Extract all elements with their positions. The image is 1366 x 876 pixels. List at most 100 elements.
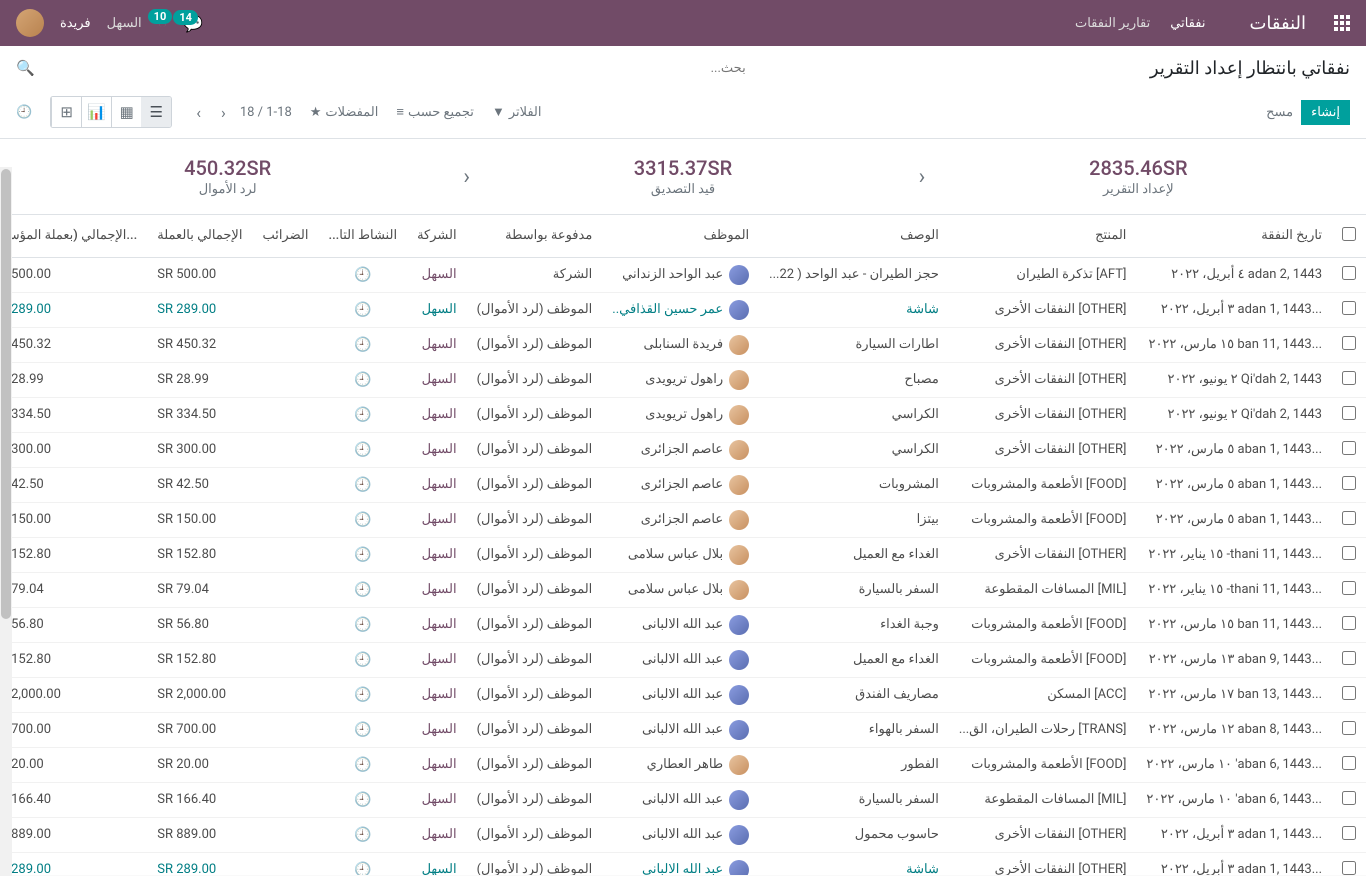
- table-row[interactable]: ١٥ مارس، ٢٠٢٢ ban 11, 1443...[OTHER] الن…: [0, 327, 1366, 362]
- activity-clock-icon[interactable]: 🕘: [318, 537, 407, 572]
- row-checkbox[interactable]: [1342, 826, 1356, 840]
- favorites-menu[interactable]: ★ المفضلات: [310, 105, 379, 120]
- search-icon[interactable]: 🔍: [16, 59, 35, 77]
- activity-clock-icon[interactable]: 🕘: [318, 852, 407, 875]
- col-paidby[interactable]: مدفوعة بواسطة: [467, 215, 603, 257]
- col-date[interactable]: تاريخ النفقة: [1136, 215, 1332, 257]
- table-row[interactable]: ٢ يونيو، ٢٠٢٢ Qi'dah 2, 1443[OTHER] النف…: [0, 362, 1366, 397]
- filters-menu[interactable]: ▼ الفلاتر: [492, 104, 542, 120]
- select-all-checkbox[interactable]: [1342, 227, 1356, 241]
- row-checkbox[interactable]: [1342, 301, 1356, 315]
- discuss-icon[interactable]: 💬14: [183, 14, 203, 33]
- table-row[interactable]: ١٥ يناير، ٢٠٢٢ -thani 11, 1443...[MIL] ا…: [0, 572, 1366, 607]
- table-row[interactable]: ١٢ مارس، ٢٠٢٢ aban 8, 1443...[TRANS] رحل…: [0, 712, 1366, 747]
- activity-icon[interactable]: ◔10: [158, 13, 168, 33]
- col-employee[interactable]: الموظف: [602, 215, 759, 257]
- row-checkbox[interactable]: [1342, 651, 1356, 665]
- table-row[interactable]: ١٠ مارس، ٢٠٢٢ 'aban 6, 1443...[FOOD] الأ…: [0, 747, 1366, 782]
- row-checkbox[interactable]: [1342, 721, 1356, 735]
- col-product[interactable]: المنتج: [949, 215, 1137, 257]
- activity-clock-icon[interactable]: 🕘: [318, 817, 407, 852]
- table-row[interactable]: ٤ أبريل، ٢٠٢٢ adan 2, 1443[AFT] تذكرة ال…: [0, 257, 1366, 292]
- cell-total-co: SR 289.00: [0, 292, 147, 327]
- pager-prev-icon[interactable]: ‹: [190, 99, 207, 126]
- col-total-company[interactable]: الإجمالي (بعملة المؤسس...: [0, 215, 147, 257]
- row-checkbox[interactable]: [1342, 476, 1356, 490]
- nav-my-expenses[interactable]: نفقاتي: [1170, 16, 1205, 31]
- row-checkbox[interactable]: [1342, 336, 1356, 350]
- user-avatar[interactable]: [16, 9, 44, 37]
- activity-clock-icon[interactable]: 🕘: [318, 257, 407, 292]
- scrollbar-track[interactable]: [0, 167, 12, 876]
- activity-clock-icon[interactable]: 🕘: [318, 292, 407, 327]
- col-company[interactable]: الشركة: [407, 215, 467, 257]
- row-checkbox[interactable]: [1342, 616, 1356, 630]
- pager-value[interactable]: 18 / 1-18: [240, 105, 292, 120]
- activity-clock-icon[interactable]: 🕘: [318, 467, 407, 502]
- activity-clock-icon[interactable]: 🕘: [318, 502, 407, 537]
- cell-product: [FOOD] الأطعمة والمشروبات: [949, 502, 1137, 537]
- col-desc[interactable]: الوصف: [759, 215, 949, 257]
- row-checkbox[interactable]: [1342, 511, 1356, 525]
- groupby-menu[interactable]: ≡ تجميع حسب: [396, 104, 474, 120]
- search-input[interactable]: [43, 57, 750, 80]
- create-button[interactable]: إنشاء: [1301, 100, 1350, 125]
- card-to-reimburse[interactable]: 450.32SR لرد الأموال: [0, 144, 455, 209]
- activity-clock-icon[interactable]: 🕘: [318, 712, 407, 747]
- table-row[interactable]: ٥ مارس، ٢٠٢٢ aban 1, 1443...[FOOD] الأطع…: [0, 502, 1366, 537]
- row-checkbox[interactable]: [1342, 861, 1356, 875]
- clear-button[interactable]: مسح: [1266, 105, 1293, 120]
- row-checkbox[interactable]: [1342, 686, 1356, 700]
- table-row[interactable]: ٣ أبريل، ٢٠٢٢ adan 1, 1443...[OTHER] الن…: [0, 292, 1366, 327]
- card-under-validation[interactable]: 3315.37SR قيد التصديق ‹: [455, 144, 910, 209]
- table-row[interactable]: ٥ مارس، ٢٠٢٢ aban 1, 1443...[FOOD] الأطع…: [0, 467, 1366, 502]
- kanban-view-icon[interactable]: ▦: [111, 97, 141, 127]
- cell-paidby: الموظف (لرد الأموال): [467, 782, 603, 817]
- activity-clock-icon[interactable]: 🕘: [318, 677, 407, 712]
- table-row[interactable]: ٢ يونيو، ٢٠٢٢ Qi'dah 2, 1443[OTHER] النف…: [0, 397, 1366, 432]
- activity-clock-icon[interactable]: 🕘: [318, 327, 407, 362]
- nav-reports[interactable]: تقارير النفقات: [1075, 16, 1150, 31]
- row-checkbox[interactable]: [1342, 266, 1356, 280]
- table-row[interactable]: ١٥ يناير، ٢٠٢٢ -thani 11, 1443...[OTHER]…: [0, 537, 1366, 572]
- activity-clock-icon[interactable]: 🕘: [318, 607, 407, 642]
- pivot-view-icon[interactable]: ⊞: [51, 97, 81, 127]
- cell-company: السهل: [407, 712, 467, 747]
- table-scroll[interactable]: تاريخ النفقة المنتج الوصف الموظف مدفوعة …: [0, 215, 1366, 875]
- table-row[interactable]: ٥ مارس، ٢٠٢٢ aban 1, 1443...[OTHER] النف…: [0, 432, 1366, 467]
- activity-clock-icon[interactable]: 🕘: [318, 397, 407, 432]
- table-row[interactable]: ٣ أبريل، ٢٠٢٢ adan 1, 1443...[OTHER] الن…: [0, 817, 1366, 852]
- mode-label[interactable]: السهل: [107, 16, 142, 31]
- pager-next-icon[interactable]: ›: [215, 99, 232, 126]
- col-total-currency[interactable]: الإجمالي بالعملة: [147, 215, 252, 257]
- activity-clock-icon[interactable]: 🕘: [318, 432, 407, 467]
- activity-view-icon[interactable]: 🕘: [16, 105, 32, 120]
- table-row[interactable]: ١٠ مارس، ٢٠٢٢ 'aban 6, 1443...[MIL] المس…: [0, 782, 1366, 817]
- activity-clock-icon[interactable]: 🕘: [318, 362, 407, 397]
- activity-clock-icon[interactable]: 🕘: [318, 747, 407, 782]
- activity-clock-icon[interactable]: 🕘: [318, 782, 407, 817]
- scrollbar-thumb[interactable]: [1, 169, 11, 619]
- row-checkbox[interactable]: [1342, 546, 1356, 560]
- table-row[interactable]: ١٧ مارس، ٢٠٢٢ ban 13, 1443...[ACC] المسك…: [0, 677, 1366, 712]
- row-checkbox[interactable]: [1342, 791, 1356, 805]
- cell-total-co: SR 450.32: [0, 327, 147, 362]
- table-row[interactable]: ٣ أبريل، ٢٠٢٢ adan 1, 1443...[OTHER] الن…: [0, 852, 1366, 875]
- table-row[interactable]: ١٥ مارس، ٢٠٢٢ ban 11, 1443...[FOOD] الأط…: [0, 607, 1366, 642]
- activity-clock-icon[interactable]: 🕘: [318, 572, 407, 607]
- row-checkbox[interactable]: [1342, 371, 1356, 385]
- col-activity[interactable]: النشاط التا...: [318, 215, 407, 257]
- table-row[interactable]: ١٣ مارس، ٢٠٢٢ aban 9, 1443...[FOOD] الأط…: [0, 642, 1366, 677]
- list-view-icon[interactable]: ☰: [141, 97, 171, 127]
- row-checkbox[interactable]: [1342, 581, 1356, 595]
- user-name[interactable]: فريدة: [60, 16, 91, 31]
- apps-icon[interactable]: [1334, 15, 1350, 31]
- card-to-report[interactable]: 2835.46SR لإعداد التقرير ‹: [911, 144, 1366, 209]
- row-checkbox[interactable]: [1342, 406, 1356, 420]
- activity-clock-icon[interactable]: 🕘: [318, 642, 407, 677]
- row-checkbox[interactable]: [1342, 441, 1356, 455]
- col-tax[interactable]: الضرائب: [252, 215, 318, 257]
- row-checkbox[interactable]: [1342, 756, 1356, 770]
- graph-view-icon[interactable]: 📊: [81, 97, 111, 127]
- app-brand[interactable]: النفقات: [1249, 13, 1306, 34]
